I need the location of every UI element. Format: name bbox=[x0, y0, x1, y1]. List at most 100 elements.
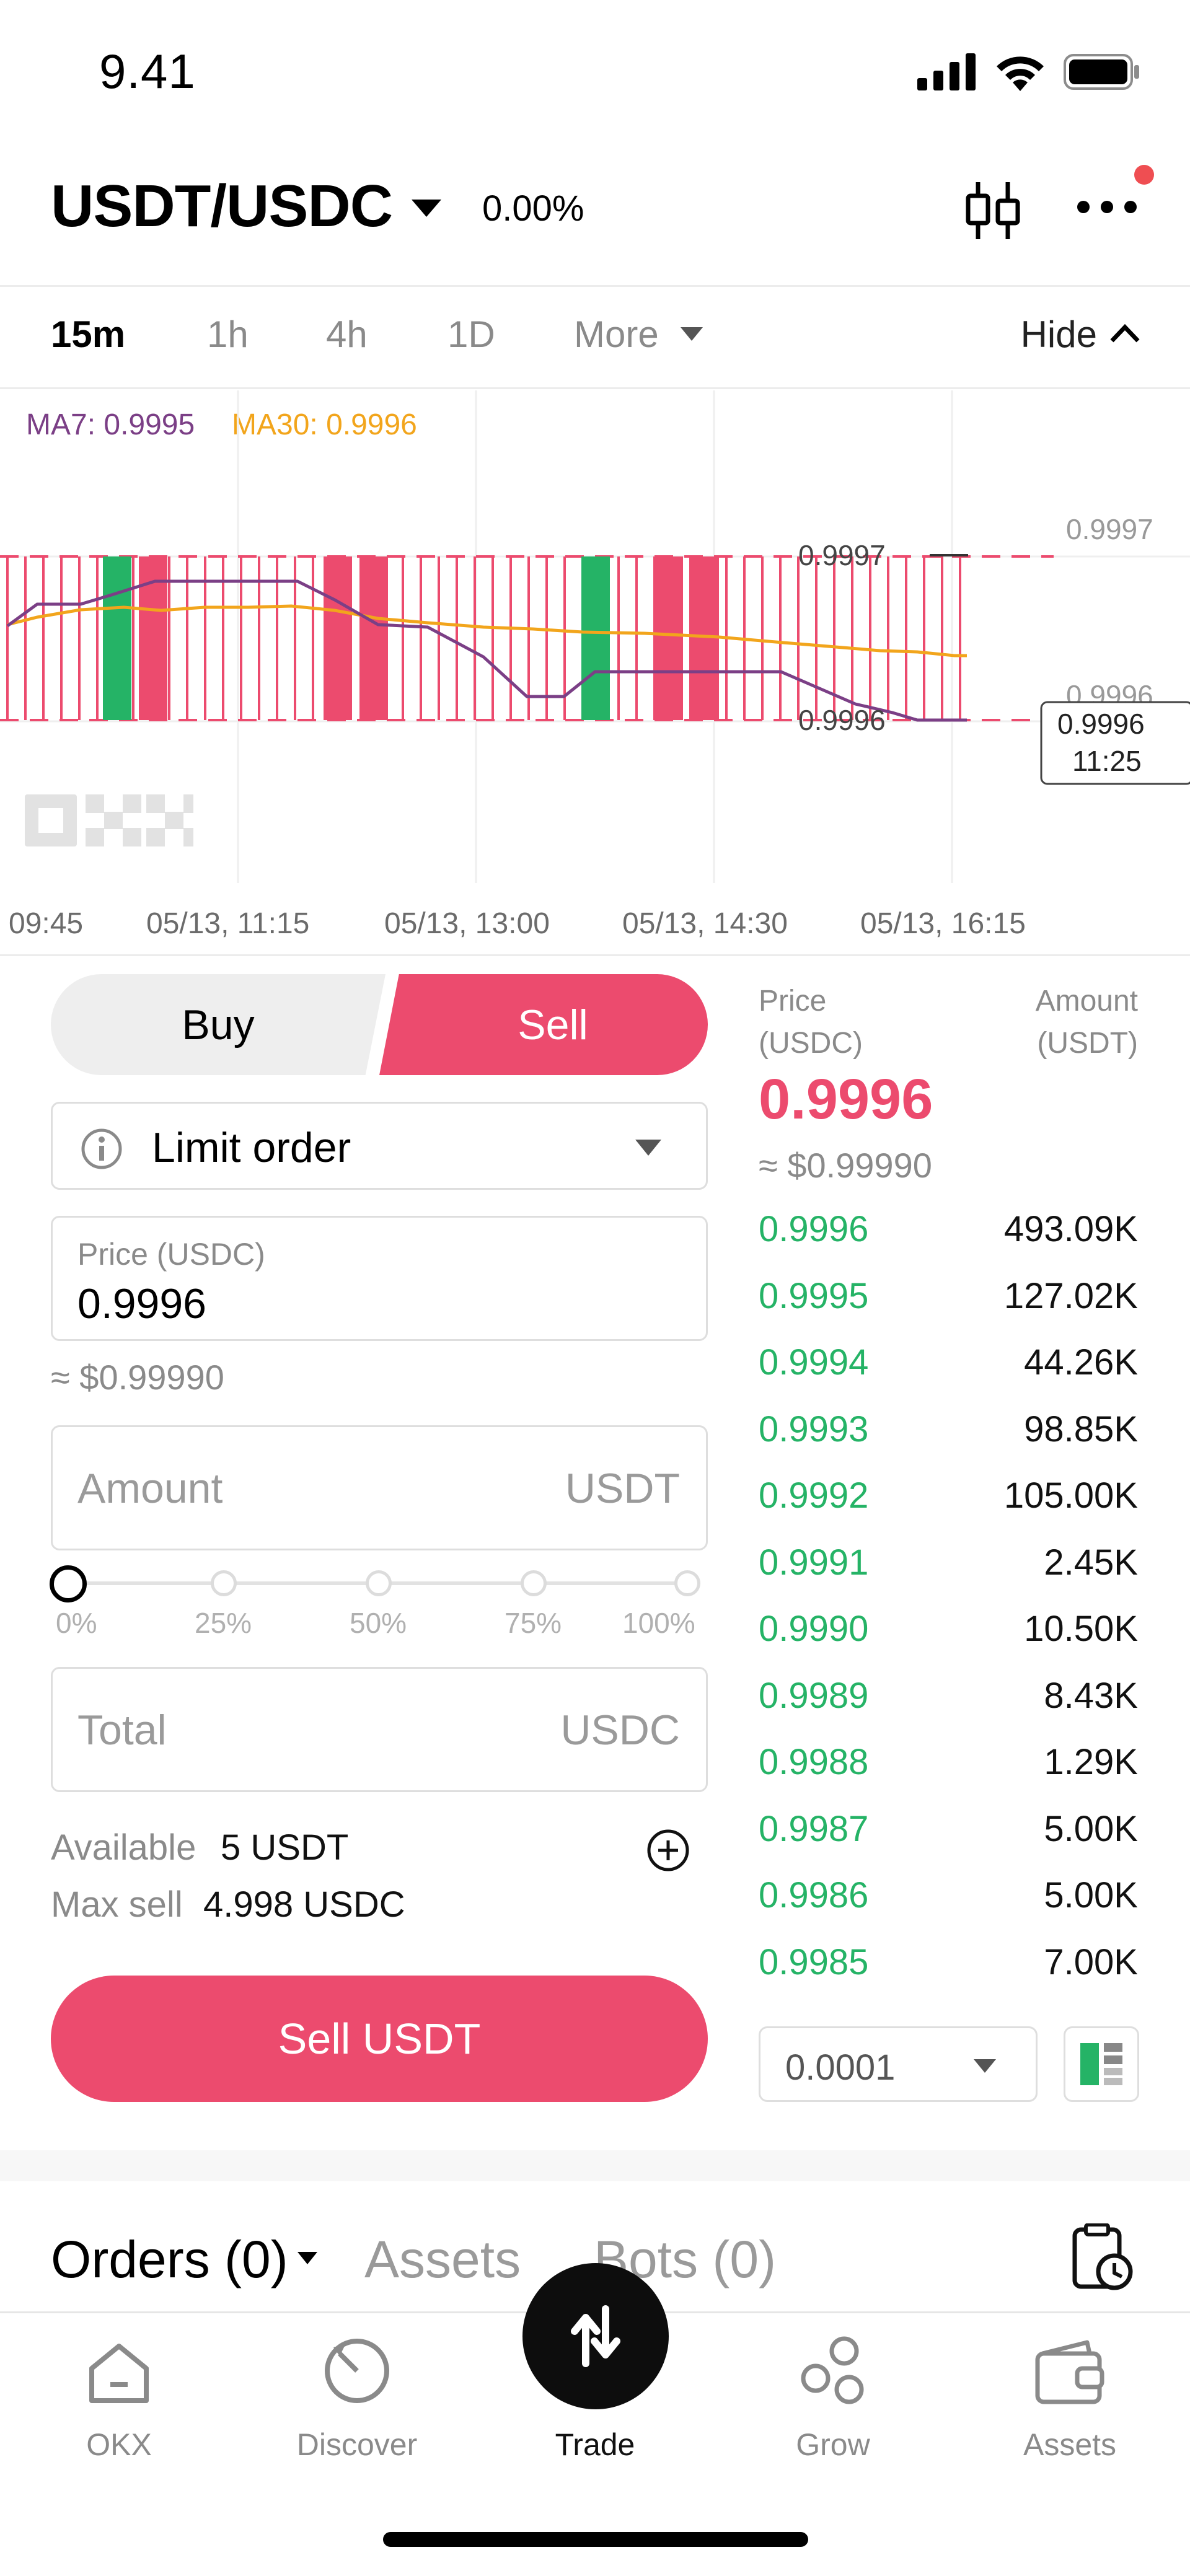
slider-mark: 50% bbox=[350, 1607, 407, 1639]
slider-mark: 25% bbox=[195, 1607, 252, 1639]
total-field[interactable]: Total USDC bbox=[51, 1667, 708, 1792]
available-label: Available bbox=[51, 1827, 196, 1868]
notification-dot bbox=[1134, 165, 1154, 185]
discover-icon[interactable] bbox=[321, 2335, 393, 2407]
amount-field[interactable]: Amount USDT bbox=[51, 1425, 708, 1550]
add-funds-icon[interactable] bbox=[646, 1828, 690, 1873]
wifi-icon bbox=[997, 56, 1044, 91]
max-sell-label: Max sell bbox=[51, 1884, 183, 1925]
orderbook-layout-icon bbox=[1080, 2043, 1122, 2085]
orderbook-amount-header-unit: (USDT) bbox=[1037, 1027, 1138, 1060]
slider-knob-100[interactable] bbox=[674, 1570, 700, 1596]
wallet-icon[interactable] bbox=[1034, 2339, 1108, 2407]
buy-tab[interactable]: Buy bbox=[51, 974, 386, 1075]
max-sell-value: 4.998 USDC bbox=[203, 1884, 405, 1925]
grow-icon[interactable] bbox=[796, 2334, 870, 2408]
slider-knob-50[interactable] bbox=[366, 1570, 392, 1596]
orderbook-row[interactable]: 0.9986 5.00K bbox=[759, 1875, 1138, 1930]
orderbook-row[interactable]: 0.9989 8.43K bbox=[759, 1675, 1138, 1731]
chart-high-marker: 0.9997 bbox=[798, 539, 886, 571]
orderbook-price: 0.9989 bbox=[759, 1675, 869, 1716]
nav-grow[interactable]: Grow bbox=[740, 2427, 926, 2463]
signal-icon bbox=[917, 53, 976, 90]
orderbook-amount: 2.45K bbox=[1044, 1542, 1138, 1583]
orderbook-amount: 127.02K bbox=[1003, 1275, 1138, 1316]
orderbook-price-header-line: Price bbox=[759, 985, 827, 1018]
total-unit: USDC bbox=[560, 1707, 680, 1754]
candle-body bbox=[654, 556, 683, 720]
price-change: 0.00% bbox=[482, 188, 584, 229]
nav-assets[interactable]: Assets bbox=[977, 2427, 1163, 2463]
order-type-select[interactable]: Limit order bbox=[51, 1102, 708, 1190]
amount-placeholder: Amount bbox=[77, 1465, 223, 1512]
last-price: 0.9996 bbox=[759, 1068, 933, 1131]
crosshair-price: 0.9996 bbox=[1057, 708, 1145, 740]
chevron-down-icon bbox=[974, 2059, 996, 2073]
orderbook-amount-header-line: Amount bbox=[1035, 985, 1138, 1018]
x-tick: 05/13, 16:15 bbox=[860, 907, 1026, 940]
sell-tab[interactable]: Sell bbox=[379, 974, 708, 1075]
tab-orders[interactable]: Orders (0) bbox=[51, 2230, 288, 2290]
orderbook-row[interactable]: 0.9996 493.09K bbox=[759, 1208, 1138, 1264]
orderbook-price: 0.9987 bbox=[759, 1808, 869, 1849]
orderbook-row[interactable]: 0.9990 10.50K bbox=[759, 1608, 1138, 1664]
tab-1h[interactable]: 1h bbox=[207, 313, 249, 356]
tab-more[interactable]: More bbox=[574, 313, 659, 356]
orderbook-amount-header: Amount (USDT) bbox=[1036, 980, 1138, 1065]
orderbook-price: 0.9986 bbox=[759, 1875, 869, 1915]
orderbook-row[interactable]: 0.9994 44.26K bbox=[759, 1342, 1138, 1397]
orderbook-price: 0.9993 bbox=[759, 1409, 869, 1449]
orderbook-row[interactable]: 0.9985 7.00K bbox=[759, 1941, 1138, 1997]
orderbook-row[interactable]: 0.9992 105.00K bbox=[759, 1475, 1138, 1531]
orderbook-row[interactable]: 0.9995 127.02K bbox=[759, 1275, 1138, 1331]
chevron-down-icon[interactable] bbox=[679, 326, 704, 342]
home-icon[interactable] bbox=[86, 2340, 152, 2407]
nav-discover[interactable]: Discover bbox=[264, 2427, 450, 2463]
slider-mark: 100% bbox=[622, 1607, 695, 1639]
home-indicator bbox=[383, 2532, 808, 2547]
orderbook-price: 0.9994 bbox=[759, 1342, 869, 1383]
slider-knob-0[interactable] bbox=[50, 1565, 87, 1602]
pair-title[interactable]: USDT/USDC bbox=[51, 172, 393, 240]
trade-fab[interactable] bbox=[522, 2263, 669, 2409]
crosshair-time: 11:25 bbox=[1072, 745, 1142, 777]
tab-1d[interactable]: 1D bbox=[447, 313, 495, 356]
divider bbox=[0, 387, 1190, 389]
candlestick-icon[interactable] bbox=[964, 180, 1021, 242]
x-tick: 05/13, 14:30 bbox=[622, 907, 788, 940]
orderbook-row[interactable]: 0.9988 1.29K bbox=[759, 1741, 1138, 1797]
orderbook-price: 0.9995 bbox=[759, 1275, 869, 1316]
more-icon[interactable] bbox=[1076, 200, 1138, 214]
orderbook-amount: 8.43K bbox=[1044, 1675, 1138, 1716]
orderbook-amount: 7.00K bbox=[1044, 1941, 1138, 1982]
orderbook-row[interactable]: 0.9991 2.45K bbox=[759, 1542, 1138, 1598]
chevron-down-icon[interactable] bbox=[409, 197, 444, 219]
orderbook-row[interactable]: 0.9993 98.85K bbox=[759, 1409, 1138, 1464]
order-history-icon[interactable] bbox=[1071, 2223, 1135, 2292]
orderbook-price: 0.9992 bbox=[759, 1475, 869, 1516]
price-field[interactable]: Price (USDC) 0.9996 bbox=[51, 1216, 708, 1341]
chevron-down-icon[interactable] bbox=[296, 2251, 319, 2266]
tab-15m[interactable]: 15m bbox=[51, 313, 125, 356]
sell-usdt-button[interactable]: Sell USDT bbox=[51, 1976, 708, 2102]
slider-knob-75[interactable] bbox=[521, 1570, 547, 1596]
orderbook-amount: 5.00K bbox=[1044, 1808, 1138, 1849]
orderbook-row[interactable]: 0.9987 5.00K bbox=[759, 1808, 1138, 1864]
axis-upper-label: 0.9997 bbox=[1066, 513, 1153, 545]
tab-4h[interactable]: 4h bbox=[326, 313, 368, 356]
divider bbox=[0, 954, 1190, 956]
order-type-label: Limit order bbox=[152, 1124, 351, 1171]
chevron-up-icon[interactable] bbox=[1109, 323, 1140, 343]
orderbook-layout-button[interactable] bbox=[1064, 2026, 1139, 2102]
slider-knob-25[interactable] bbox=[211, 1570, 237, 1596]
candlestick-chart[interactable]: 0.9997 0.9996 0.9997 0.9996 0.9996 11:25 bbox=[0, 390, 1190, 886]
candle-body bbox=[103, 556, 131, 720]
tick-size-select[interactable]: 0.0001 bbox=[759, 2026, 1038, 2102]
hide-chart-button[interactable]: Hide bbox=[1021, 313, 1097, 356]
tab-orders-label: Orders (0) bbox=[51, 2230, 288, 2288]
nav-trade[interactable]: Trade bbox=[502, 2427, 688, 2463]
tab-assets[interactable]: Assets bbox=[364, 2230, 521, 2290]
nav-okx[interactable]: OKX bbox=[26, 2427, 212, 2463]
price-field-value[interactable]: 0.9996 bbox=[77, 1280, 206, 1328]
orderbook-amount: 1.29K bbox=[1044, 1742, 1138, 1782]
